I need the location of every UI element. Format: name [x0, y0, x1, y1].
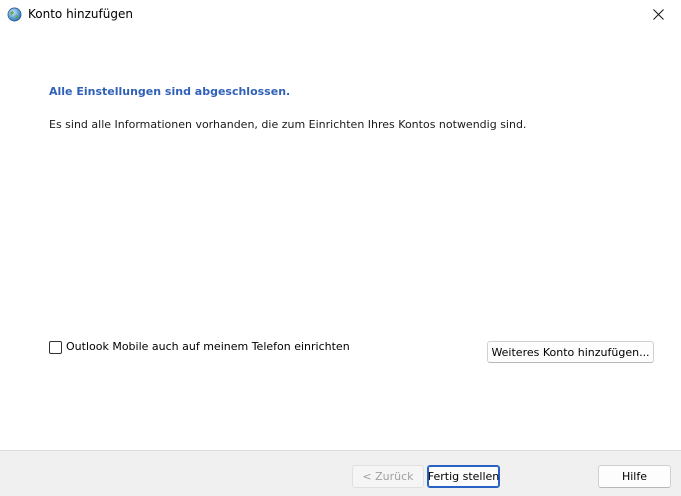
- title-bar: Konto hinzufügen: [0, 0, 681, 29]
- finish-button[interactable]: Fertig stellen: [427, 465, 500, 488]
- globe-icon: [7, 7, 22, 22]
- window-title: Konto hinzufügen: [28, 7, 133, 21]
- completion-heading: Alle Einstellungen sind abgeschlossen.: [49, 85, 291, 98]
- close-button[interactable]: [635, 0, 681, 29]
- dialog-footer: [0, 450, 681, 496]
- add-account-dialog: Konto hinzufügen Alle Einstellungen sind…: [0, 0, 681, 496]
- outlook-mobile-checkbox[interactable]: Outlook Mobile auch auf meinem Telefon e…: [49, 340, 350, 354]
- add-another-account-button[interactable]: Weiteres Konto hinzufügen...: [487, 341, 654, 363]
- outlook-mobile-label[interactable]: Outlook Mobile auch auf meinem Telefon e…: [66, 340, 350, 354]
- close-icon: [652, 9, 664, 20]
- checkbox-box[interactable]: [49, 340, 62, 354]
- completion-info-text: Es sind alle Informationen vorhanden, di…: [49, 118, 527, 131]
- back-button[interactable]: < Zurück: [352, 465, 424, 488]
- help-button[interactable]: Hilfe: [598, 465, 671, 488]
